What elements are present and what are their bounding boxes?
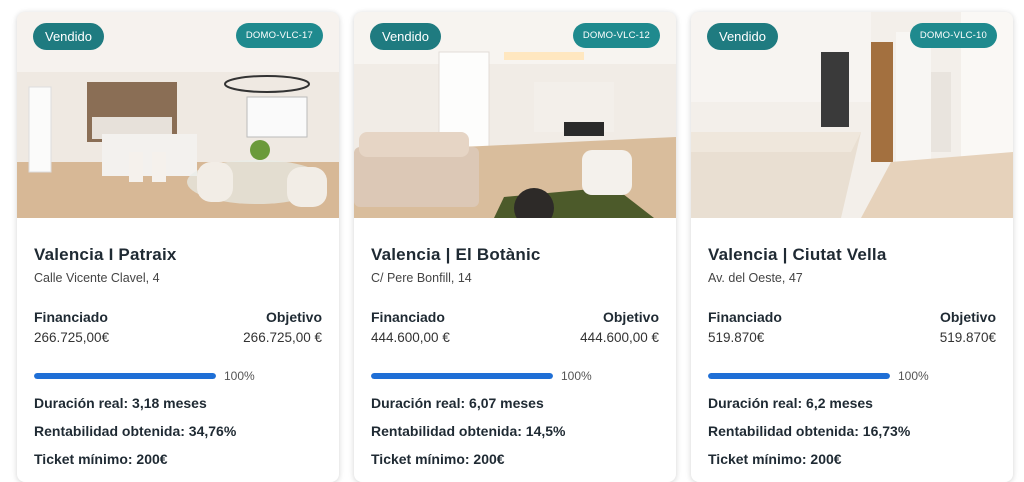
funding-progress-bar xyxy=(708,373,890,379)
status-badge: Vendido xyxy=(370,23,441,50)
funding-progress-fill xyxy=(34,373,216,379)
project-title[interactable]: Valencia I Patraix xyxy=(34,245,322,265)
actual-duration: Duración real: 6,2 meses xyxy=(708,395,873,411)
project-code-badge: DOMO-VLC-10 xyxy=(909,23,997,48)
actual-duration: Duración real: 6,07 meses xyxy=(371,395,544,411)
project-card[interactable]: Vendido DOMO-VLC-10 Valencia | Ciutat Ve… xyxy=(691,12,1013,482)
funded-value: 266.725,00€ xyxy=(34,330,110,345)
status-badge: Vendido xyxy=(707,23,778,50)
minimum-ticket: Ticket mínimo: 200€ xyxy=(371,451,505,467)
funding-progress-percent: 100% xyxy=(224,369,255,383)
project-card-grid: Vendido DOMO-VLC-17 Valencia I Patraix C… xyxy=(0,0,1024,482)
project-title[interactable]: Valencia | Ciutat Vella xyxy=(708,245,996,265)
obtained-profitability: Rentabilidad obtenida: 14,5% xyxy=(371,423,566,439)
project-address: C/ Pere Bonfill, 14 xyxy=(371,271,472,285)
funded-label: Financiado xyxy=(708,309,782,325)
funded-value: 444.600,00 € xyxy=(371,330,450,345)
property-photo[interactable]: Vendido DOMO-VLC-12 xyxy=(354,12,676,218)
project-code-badge: DOMO-VLC-17 xyxy=(235,23,323,48)
goal-label: Objetivo xyxy=(939,309,996,325)
goal-label: Objetivo xyxy=(602,309,659,325)
property-photo[interactable]: Vendido DOMO-VLC-10 xyxy=(691,12,1013,218)
minimum-ticket: Ticket mínimo: 200€ xyxy=(34,451,168,467)
goal-value: 266.725,00 € xyxy=(243,330,322,345)
obtained-profitability: Rentabilidad obtenida: 16,73% xyxy=(708,423,911,439)
funding-progress-fill xyxy=(371,373,553,379)
project-address: Calle Vicente Clavel, 4 xyxy=(34,271,160,285)
goal-label: Objetivo xyxy=(265,309,322,325)
status-badge: Vendido xyxy=(33,23,104,50)
funded-label: Financiado xyxy=(34,309,108,325)
funding-progress-percent: 100% xyxy=(898,369,929,383)
project-title[interactable]: Valencia | El Botànic xyxy=(371,245,659,265)
goal-value: 519.870€ xyxy=(939,330,996,345)
project-code-badge: DOMO-VLC-12 xyxy=(572,23,660,48)
funded-value: 519.870€ xyxy=(708,330,765,345)
goal-value: 444.600,00 € xyxy=(580,330,659,345)
property-photo[interactable]: Vendido DOMO-VLC-17 xyxy=(17,12,339,218)
project-card[interactable]: Vendido DOMO-VLC-17 Valencia I Patraix C… xyxy=(17,12,339,482)
funding-progress-bar xyxy=(34,373,216,379)
project-card[interactable]: Vendido DOMO-VLC-12 Valencia | El Botàni… xyxy=(354,12,676,482)
minimum-ticket: Ticket mínimo: 200€ xyxy=(708,451,842,467)
obtained-profitability: Rentabilidad obtenida: 34,76% xyxy=(34,423,237,439)
funding-progress-bar xyxy=(371,373,553,379)
actual-duration: Duración real: 3,18 meses xyxy=(34,395,207,411)
funding-progress-percent: 100% xyxy=(561,369,592,383)
funded-label: Financiado xyxy=(371,309,445,325)
project-address: Av. del Oeste, 47 xyxy=(708,271,803,285)
funding-progress-fill xyxy=(708,373,890,379)
